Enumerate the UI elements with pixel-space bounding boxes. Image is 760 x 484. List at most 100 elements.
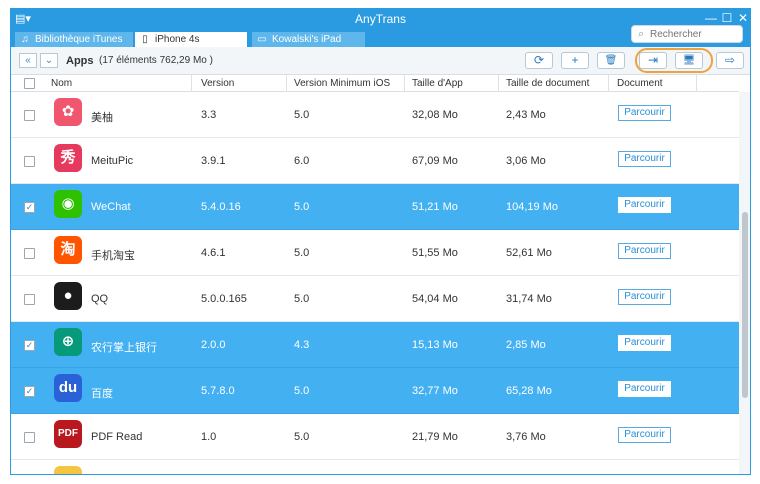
row-checkbox[interactable] [24, 294, 35, 305]
minimize-icon[interactable]: — [704, 11, 718, 25]
app-min-ios: 5.0 [294, 247, 310, 259]
table-row[interactable]: ✓ du 百度 5.7.8.0 5.0 32,77 Mo 65,28 Mo Pa… [11, 368, 739, 414]
app-min-ios: 5.0 [294, 385, 310, 397]
app-version: 5.0.0.165 [201, 293, 247, 305]
column-divider [498, 75, 499, 92]
tab-label: Kowalski's iPad [272, 34, 342, 45]
column-header-name[interactable]: Nom [51, 78, 72, 89]
app-size: 21,79 Mo [412, 431, 458, 443]
refresh-icon: ⟳ [533, 53, 545, 67]
row-checkbox[interactable]: ✓ [24, 202, 35, 213]
app-size: 15,13 Mo [412, 339, 458, 351]
browse-button[interactable]: Parcourir [618, 105, 671, 121]
item-count: (17 éléments 762,29 Mo ) [99, 55, 213, 66]
doc-size: 2,85 Mo [506, 339, 546, 351]
pdf-read-app-icon: PDF [54, 420, 82, 448]
table-row[interactable]: ✿ 美柚 3.3 5.0 32,08 Mo 2,43 Mo Parcourir [11, 92, 739, 138]
delete-button[interactable]: 🗑 [597, 52, 625, 69]
app-size: 32,77 Mo [412, 385, 458, 397]
doc-size: 3,06 Mo [506, 155, 546, 167]
category-dropdown-button[interactable]: ⌄ [40, 53, 58, 68]
app-name: MeituPic [91, 155, 134, 167]
column-header-min-ios[interactable]: Version Minimum iOS [294, 78, 390, 89]
scrollbar-thumb[interactable] [742, 212, 748, 398]
browse-button[interactable]: Parcourir [618, 381, 671, 397]
select-all-checkbox[interactable] [24, 78, 35, 89]
browse-button[interactable]: Parcourir [618, 243, 671, 259]
search-icon: ⌕ [638, 28, 645, 40]
table-row[interactable]: PDF PDF Read 1.0 5.0 21,79 Mo 3,76 Mo Pa… [11, 414, 739, 460]
row-checkbox[interactable] [24, 248, 35, 259]
app-name: QQ [91, 293, 109, 305]
app-size: 51,21 Mo [412, 201, 458, 213]
column-divider [191, 75, 192, 92]
doc-size: 52,61 Mo [506, 247, 552, 259]
iphone-icon: ▯ [142, 34, 148, 45]
ipad-icon: ▭ [257, 34, 267, 45]
apps-table-body: ✿ 美柚 3.3 5.0 32,08 Mo 2,43 Mo Parcourir … [11, 92, 739, 474]
tab-kowalski-ipad[interactable]: ▭ Kowalski's iPad [252, 32, 365, 47]
table-row[interactable]: 淘 手机淘宝 4.6.1 5.0 51,55 Mo 52,61 Mo Parco… [11, 230, 739, 276]
maximize-icon[interactable]: ☐ [720, 11, 734, 25]
app-version: 1.0 [201, 431, 217, 443]
row-checkbox[interactable] [24, 156, 35, 167]
column-header-app-size[interactable]: Taille d'App [412, 78, 463, 89]
row-checkbox[interactable] [24, 110, 35, 121]
column-header-document[interactable]: Document [617, 78, 663, 89]
to-device-button[interactable]: ⇨ [716, 52, 744, 69]
app-version: 4.6.1 [201, 247, 226, 259]
tab-itunes-library[interactable]: ♫ Bibliothèque iTunes [15, 32, 133, 47]
app-min-ios: 5.0 [294, 201, 310, 213]
row-checkbox[interactable]: ✓ [24, 340, 35, 351]
app-name: 手机淘宝 [91, 250, 135, 262]
app-name: WeChat [91, 201, 131, 213]
column-header-doc-size[interactable]: Taille de document [506, 78, 589, 89]
app-version: 5.7.8.0 [201, 385, 235, 397]
window-title: AnyTrans [355, 12, 406, 26]
doc-size: 65,28 Mo [506, 385, 552, 397]
app-size: 54,04 Mo [412, 293, 458, 305]
tab-label: iPhone 4s [155, 34, 200, 45]
tab-iphone-4s[interactable]: ▯ iPhone 4s [135, 32, 247, 47]
browse-button[interactable]: Parcourir [618, 197, 671, 213]
app-version: 3.9.1 [201, 155, 226, 167]
table-row[interactable]: ● QQ 5.0.0.165 5.0 54,04 Mo 31,74 Mo Par… [11, 276, 739, 322]
table-row[interactable]: ✓ ⊕ 农行掌上银行 2.0.0 4.3 15,13 Mo 2,85 Mo Pa… [11, 322, 739, 368]
trash-icon: 🗑 [604, 55, 618, 66]
back-button[interactable]: « [19, 53, 37, 68]
browse-button[interactable]: Parcourir [618, 289, 671, 305]
table-header: Nom Version Version Minimum iOS Taille d… [11, 75, 739, 92]
column-divider [696, 75, 697, 92]
app-min-ios: 5.0 [294, 293, 310, 305]
toolbar: « ⌄ Apps (17 éléments 762,29 Mo ) ⟳ + 🗑 … [11, 47, 750, 75]
doc-size: 2,43 Mo [506, 109, 546, 121]
row-checkbox[interactable] [24, 432, 35, 443]
app-min-ios: 5.0 [294, 109, 310, 121]
tab-label: Bibliothèque iTunes [35, 34, 123, 45]
app-version: 5.4.0.16 [201, 201, 241, 213]
add-button[interactable]: + [561, 52, 589, 69]
column-header-version[interactable]: Version [201, 78, 234, 89]
app-name: 美柚 [91, 112, 113, 124]
vertical-scrollbar[interactable] [739, 92, 750, 474]
row-checkbox[interactable]: ✓ [24, 386, 35, 397]
doc-size: 31,74 Mo [506, 293, 552, 305]
table-row[interactable] [11, 460, 739, 474]
doc-size: 3,76 Mo [506, 431, 546, 443]
column-divider [286, 75, 287, 92]
browse-button[interactable]: Parcourir [618, 335, 671, 351]
refresh-button[interactable]: ⟳ [525, 52, 553, 69]
browse-button[interactable]: Parcourir [618, 151, 671, 167]
search-box[interactable]: ⌕ [631, 25, 743, 43]
browse-button[interactable]: Parcourir [618, 427, 671, 443]
app-name: 农行掌上银行 [91, 342, 157, 354]
partial-app-icon [54, 466, 82, 474]
app-size: 51,55 Mo [412, 247, 458, 259]
to-computer-button[interactable]: 🖥 [675, 52, 703, 69]
to-itunes-button[interactable]: ⇥ [639, 52, 667, 69]
app-min-ios: 5.0 [294, 431, 310, 443]
table-row[interactable]: 秀 MeituPic 3.9.1 6.0 67,09 Mo 3,06 Mo Pa… [11, 138, 739, 184]
table-row[interactable]: ✓ ◉ WeChat 5.4.0.16 5.0 51,21 Mo 104,19 … [11, 184, 739, 230]
search-input[interactable] [650, 27, 740, 41]
close-icon[interactable]: ✕ [736, 11, 750, 25]
